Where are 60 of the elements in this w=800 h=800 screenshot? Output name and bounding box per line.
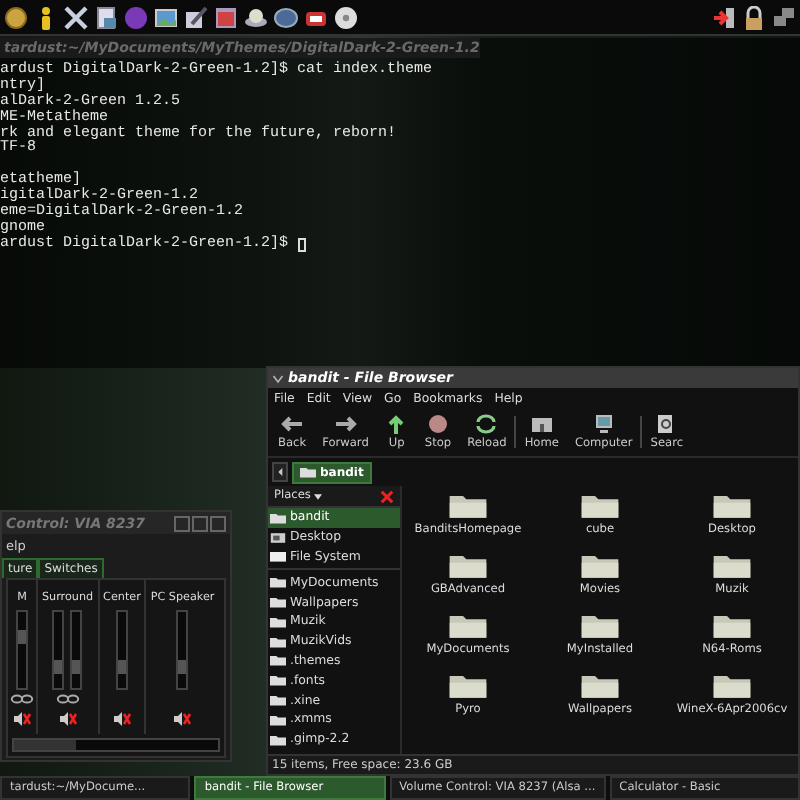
speaker-icon[interactable] xyxy=(172,712,193,726)
speaker-icon[interactable] xyxy=(57,712,78,726)
folder-icon xyxy=(300,466,316,478)
window-icon[interactable] xyxy=(214,5,238,29)
slider-thumb[interactable] xyxy=(54,660,63,675)
minimize-button[interactable] xyxy=(174,515,190,531)
windows-icon[interactable] xyxy=(772,5,796,29)
folder-icon xyxy=(712,552,752,580)
volume-slider[interactable] xyxy=(16,610,28,690)
chain-link-icon[interactable] xyxy=(55,694,80,704)
maximize-button[interactable] xyxy=(192,515,208,531)
drive-icon xyxy=(270,550,286,563)
volume-slider[interactable] xyxy=(70,610,83,690)
folder-icon xyxy=(580,612,620,640)
disc-icon[interactable] xyxy=(334,5,358,29)
folder-icon xyxy=(448,612,488,640)
picture-icon[interactable] xyxy=(154,5,178,29)
folder-icon xyxy=(448,552,488,580)
volume-slider[interactable] xyxy=(52,610,65,690)
slider-thumb[interactable] xyxy=(72,660,81,675)
folder-icon xyxy=(580,492,620,520)
left-arrow-icon xyxy=(280,414,305,434)
arrow-icon[interactable] xyxy=(712,5,736,29)
path-left-button[interactable] xyxy=(272,462,288,482)
x-icon[interactable] xyxy=(64,5,88,29)
caret-icon[interactable] xyxy=(272,373,284,383)
close-button[interactable] xyxy=(210,515,226,531)
volume-slider[interactable] xyxy=(176,610,189,690)
folder-icon xyxy=(712,672,752,700)
chain-link-icon[interactable] xyxy=(10,694,34,704)
volume-slider[interactable] xyxy=(115,610,128,690)
document-icon[interactable] xyxy=(94,5,118,29)
caret-icon xyxy=(314,493,323,499)
desktop-icon xyxy=(270,531,286,544)
slider-thumb[interactable] xyxy=(178,660,187,675)
folder-icon xyxy=(712,612,752,640)
lock-icon[interactable] xyxy=(742,5,766,29)
reload-icon xyxy=(474,414,499,434)
stop-icon xyxy=(425,414,450,434)
hat-icon[interactable] xyxy=(244,5,268,29)
globe-icon[interactable] xyxy=(274,5,298,29)
up-arrow-icon xyxy=(384,414,409,434)
caret-icon xyxy=(277,468,283,476)
scrollbar[interactable] xyxy=(12,738,220,752)
speaker-icon[interactable] xyxy=(111,712,132,726)
folder-icon xyxy=(448,492,488,520)
right-arrow-icon xyxy=(333,414,358,434)
home-folder-icon xyxy=(529,414,554,434)
close-icon[interactable] xyxy=(380,489,394,503)
slider-thumb[interactable] xyxy=(18,630,26,645)
pencil-icon[interactable] xyxy=(184,5,208,29)
computer-icon xyxy=(591,414,616,434)
folder-icon xyxy=(580,672,620,700)
folder-icon xyxy=(712,492,752,520)
coin-icon[interactable] xyxy=(4,5,28,29)
speaker-icon[interactable] xyxy=(12,712,32,726)
slider-thumb[interactable] xyxy=(117,660,126,675)
text-cursor xyxy=(297,238,306,253)
folder-icon xyxy=(580,552,620,580)
folder-icon xyxy=(448,672,488,700)
